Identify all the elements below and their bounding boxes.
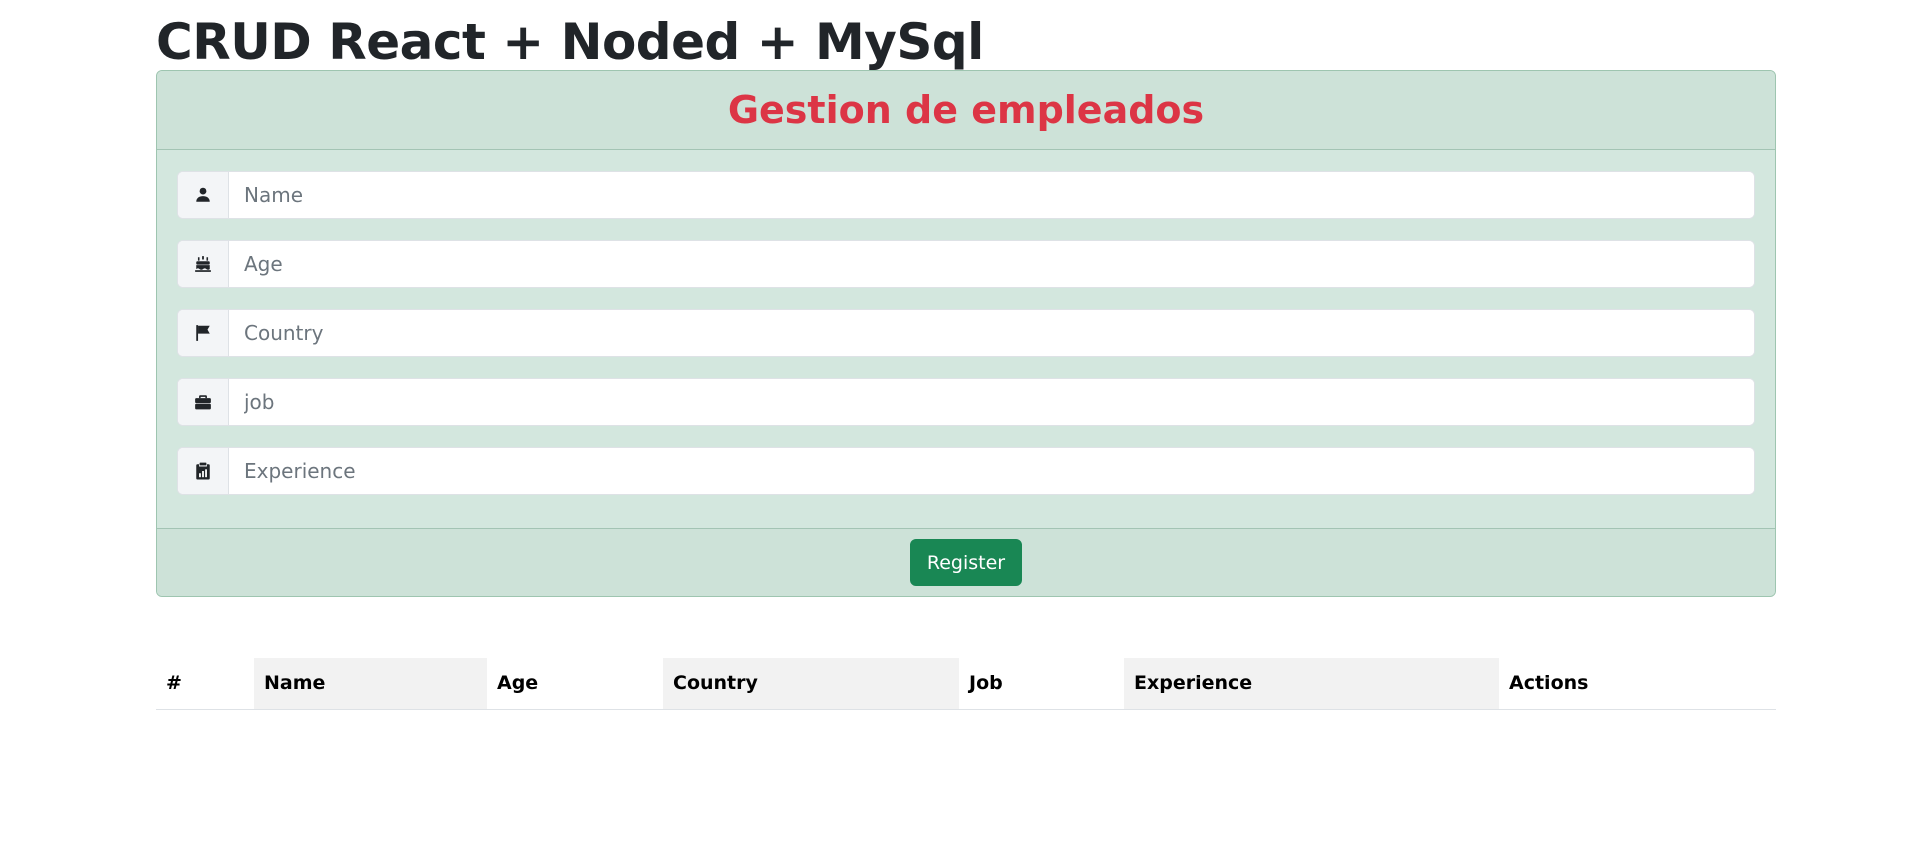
age-input-group — [177, 240, 1755, 288]
main-container: CRUD React + Noded + MySql Gestion de em… — [156, 0, 1776, 710]
country-input-group — [177, 309, 1755, 357]
register-button[interactable]: Register — [909, 539, 1023, 586]
cake-icon — [178, 241, 229, 287]
card-footer: Register — [157, 528, 1775, 596]
column-header-experience: Experience — [1124, 658, 1499, 710]
column-header-age: Age — [487, 658, 663, 710]
job-input[interactable] — [229, 379, 1754, 425]
column-header-name: Name — [254, 658, 487, 710]
briefcase-icon — [178, 379, 229, 425]
person-icon — [178, 172, 229, 218]
employees-table: # Name Age Country Job Experience Action… — [156, 658, 1776, 710]
country-input[interactable] — [229, 310, 1754, 356]
clipboard-data-icon — [178, 448, 229, 494]
card-title: Gestion de empleados — [727, 88, 1205, 132]
card-body — [157, 150, 1775, 528]
table-header-row: # Name Age Country Job Experience Action… — [156, 658, 1776, 710]
column-header-number: # — [156, 658, 254, 710]
experience-input[interactable] — [229, 448, 1754, 494]
experience-input-group — [177, 447, 1755, 495]
table-header: # Name Age Country Job Experience Action… — [156, 658, 1776, 710]
column-header-actions: Actions — [1499, 658, 1776, 710]
flag-icon — [178, 310, 229, 356]
name-input[interactable] — [229, 172, 1754, 218]
page-title: CRUD React + Noded + MySql — [156, 13, 984, 71]
column-header-job: Job — [959, 658, 1124, 710]
name-input-group — [177, 171, 1755, 219]
job-input-group — [177, 378, 1755, 426]
column-header-country: Country — [663, 658, 959, 710]
employee-form-card: Gestion de empleados Name Age Country jo… — [156, 70, 1776, 597]
age-input[interactable] — [229, 241, 1754, 287]
card-header: Gestion de empleados — [157, 71, 1775, 150]
